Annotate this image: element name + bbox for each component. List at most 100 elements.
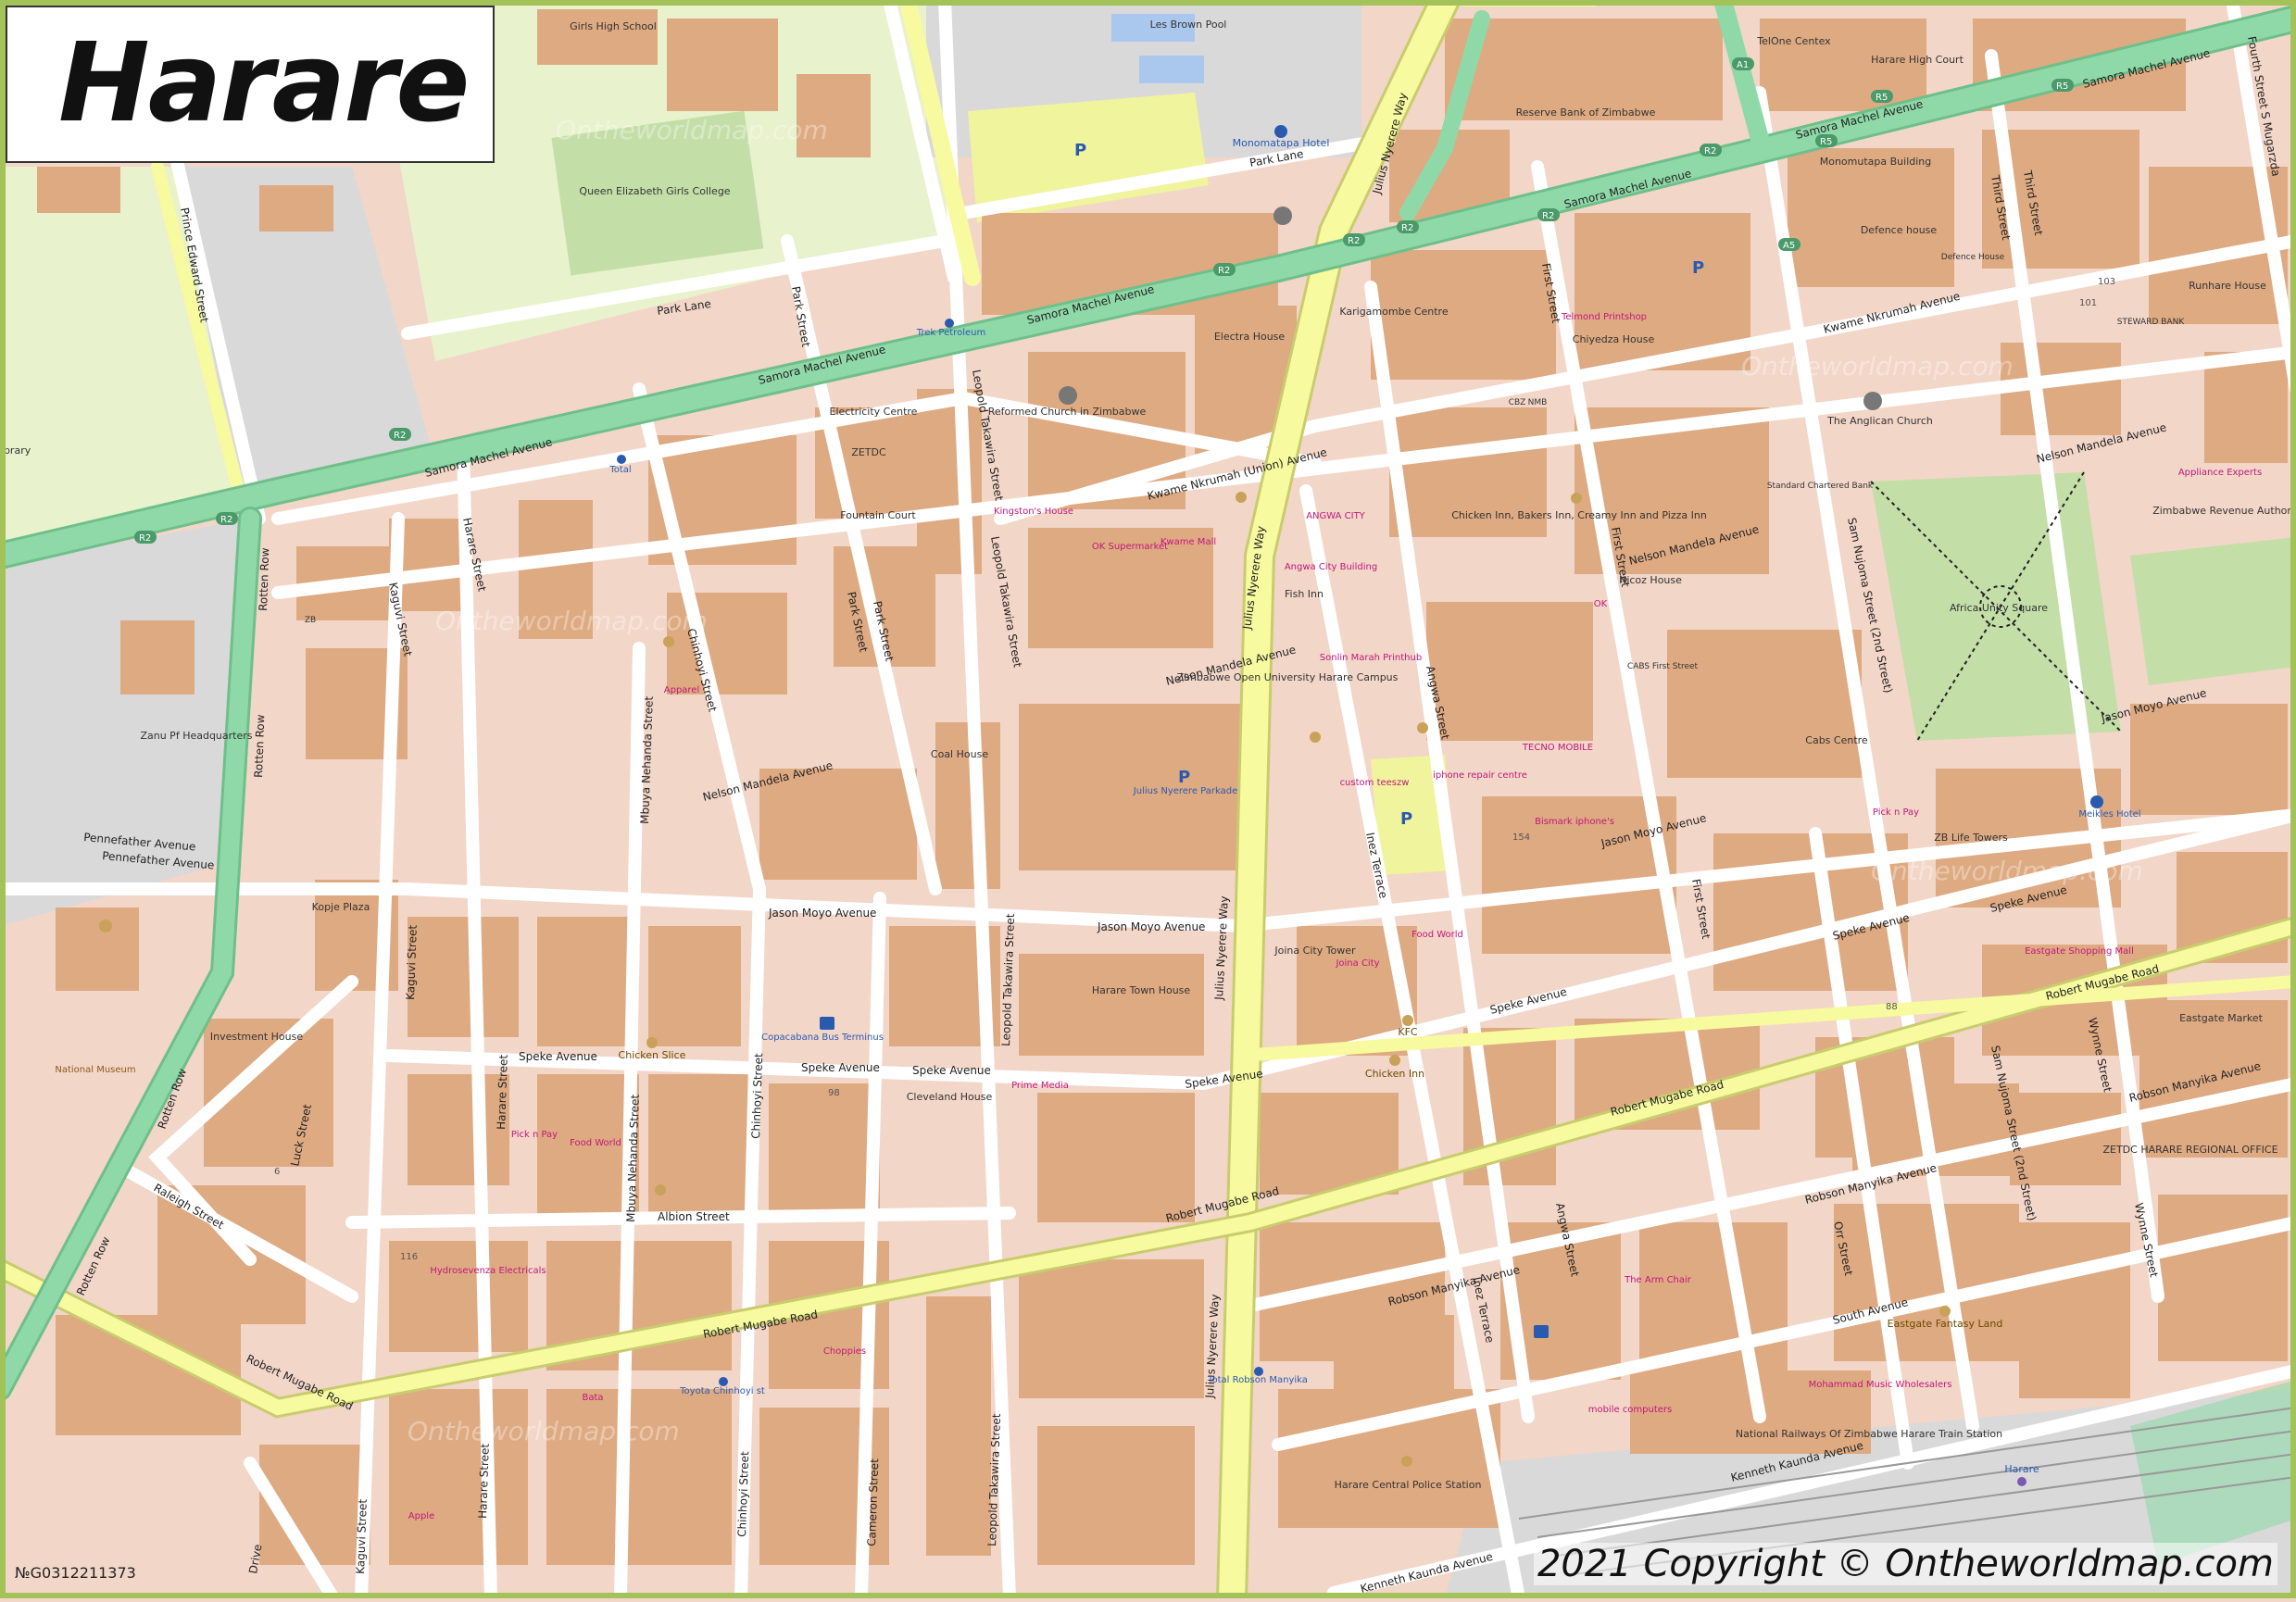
label-copacabana: Copacabana Bus Terminus	[761, 1033, 884, 1043]
label-pick-n-pay-west: Pick n Pay	[511, 1130, 558, 1140]
label-zanu-pf: Zanu Pf Headquarters	[140, 730, 252, 742]
svg-text:R2: R2	[1348, 236, 1360, 246]
building	[37, 167, 120, 213]
svg-text:R2: R2	[1218, 266, 1230, 276]
building	[408, 917, 519, 1037]
label-nmb: NMB	[1528, 398, 1548, 407]
city-map[interactable]: Samora Machel Avenue Samora Machel Avenu…	[0, 0, 2296, 1598]
restaurant-icon	[663, 636, 674, 647]
label-steward-bank: STEWARD BANK	[2117, 318, 2186, 327]
svg-text:A1: A1	[1737, 60, 1749, 70]
watermark: Ontheworldmap.com	[1741, 351, 2014, 382]
label-ok-supermarket: OK Supermarket	[1092, 542, 1168, 552]
shield-a1: A1	[1732, 57, 1754, 70]
church-icon	[1273, 207, 1292, 225]
label-kaguvi-mid: Kaguvi Street	[404, 924, 420, 1000]
label-monomatapa-hotel: Monomatapa Hotel	[1233, 137, 1330, 149]
shield-r2: R2	[389, 428, 411, 441]
label-trek-petroleum: Trek Petroleum	[916, 328, 985, 338]
label-anglican-church: The Anglican Church	[1826, 415, 1933, 427]
label-kwame-mall: Kwame Mall	[1161, 537, 1216, 547]
label-eastgate-market: Eastgate Market	[2179, 1012, 2264, 1024]
label-speke-mid2: Speke Avenue	[912, 1064, 991, 1077]
map-canvas[interactable]: Samora Machel Avenue Samora Machel Avenu…	[0, 0, 2296, 1598]
label-hydrosevenza: Hydrosevenza Electricals	[430, 1266, 546, 1276]
fuel-icon	[945, 319, 954, 328]
label-girls-high-school: Girls High School	[570, 20, 657, 32]
watermark: Ontheworldmap.com	[435, 606, 708, 636]
building	[537, 9, 658, 65]
pool	[1139, 56, 1204, 83]
building	[1667, 630, 1862, 778]
house-number: 88	[1886, 1002, 1898, 1012]
building	[935, 722, 1000, 889]
label-meikles-hotel: Meikles Hotel	[2078, 809, 2140, 820]
shield-r2: R2	[216, 512, 238, 525]
restaurant-icon	[1402, 1015, 1413, 1026]
restaurant-icon	[1310, 732, 1321, 743]
label-library: Library	[0, 444, 31, 457]
label-apple: Apple	[408, 1511, 434, 1521]
label-reserve-bank: Reserve Bank of Zimbabwe	[1516, 106, 1656, 119]
svg-text:R5: R5	[2056, 81, 2068, 92]
shield-r5: R5	[1815, 134, 1838, 147]
label-railway-station: National Railways Of Zimbabwe Harare Tra…	[1736, 1428, 2002, 1440]
label-harare-station: Harare	[2004, 1463, 2039, 1475]
train-station-icon	[2017, 1477, 2026, 1486]
parking-icon: P	[1178, 768, 1190, 787]
label-chicken-inn-group: Chicken Inn, Bakers Inn, Creamy Inn and …	[1451, 509, 1707, 521]
watermark: Ontheworldmap.com	[408, 1416, 680, 1446]
building	[56, 907, 139, 991]
label-chicken-slice: Chicken Slice	[619, 1049, 686, 1061]
label-zetdc: ZETDC	[851, 446, 886, 458]
label-pick-n-pay-east: Pick n Pay	[1873, 807, 1919, 818]
label-kopje-plaza: Kopje Plaza	[312, 901, 370, 913]
label-choppies: Choppies	[823, 1346, 866, 1357]
label-bismark-iphones: Bismark iphone's	[1535, 817, 1614, 827]
building	[667, 19, 778, 111]
building	[537, 917, 630, 1046]
shield-r2: R2	[1397, 220, 1419, 233]
building	[2019, 1222, 2130, 1398]
building	[1019, 1259, 1204, 1398]
green-east	[2130, 537, 2296, 685]
label-chiyedza-house: Chiyedza House	[1573, 333, 1655, 345]
hotel-icon	[1274, 125, 1287, 138]
building	[926, 1296, 991, 1556]
label-kingstons-house: Kingston's House	[994, 507, 1073, 517]
label-albion: Albion Street	[658, 1210, 730, 1223]
restaurant-icon	[1571, 493, 1582, 504]
shield-r5: R5	[1871, 90, 1893, 103]
label-coal-house: Coal House	[931, 748, 988, 760]
label-jason-moyo-mid: Jason Moyo Avenue	[1097, 920, 1205, 933]
label-jason-moyo-west: Jason Moyo Avenue	[768, 907, 876, 920]
label-zb: ZB	[305, 616, 316, 625]
restaurant-icon	[1236, 492, 1247, 503]
label-cabs-first-street: CABS First Street	[1627, 662, 1699, 671]
house-number: 116	[400, 1252, 418, 1262]
label-prime-media: Prime Media	[1011, 1081, 1069, 1091]
label-cabs-centre: Cabs Centre	[1805, 734, 1868, 746]
museum-icon	[99, 920, 112, 932]
label-julius-nyerere-parkade: Julius Nyerere Parkade	[1133, 786, 1237, 796]
label-monomutapa-building: Monomutapa Building	[1820, 156, 1932, 168]
building	[1019, 954, 1204, 1056]
watermark: Ontheworldmap.com	[1871, 856, 2143, 886]
building	[769, 1083, 880, 1213]
label-harare-street-mid: Harare Street	[495, 1054, 510, 1130]
label-speke-west: Speke Avenue	[519, 1050, 597, 1063]
house-number: 154	[1512, 832, 1530, 843]
label-telone-centex: TelOne Centex	[1756, 35, 1831, 47]
police-icon	[1401, 1456, 1412, 1467]
restaurant-icon	[1939, 1306, 1951, 1317]
label-fountain-court: Fountain Court	[840, 509, 916, 521]
label-les-brown-pool: Les Brown Pool	[1150, 19, 1227, 31]
shield-r2: R2	[1537, 208, 1560, 221]
label-sonlin-marah: Sonlin Marah Printhub	[1320, 653, 1422, 663]
label-total-robson-manyika: Total Robson Manyika	[1207, 1375, 1308, 1385]
building	[1037, 1426, 1195, 1565]
label-kaguvi-south: Kaguvi Street	[354, 1498, 370, 1574]
label-runhare-house: Runhare House	[2189, 280, 2266, 292]
building	[1788, 148, 1954, 287]
map-id: №G0312211373	[15, 1564, 136, 1582]
